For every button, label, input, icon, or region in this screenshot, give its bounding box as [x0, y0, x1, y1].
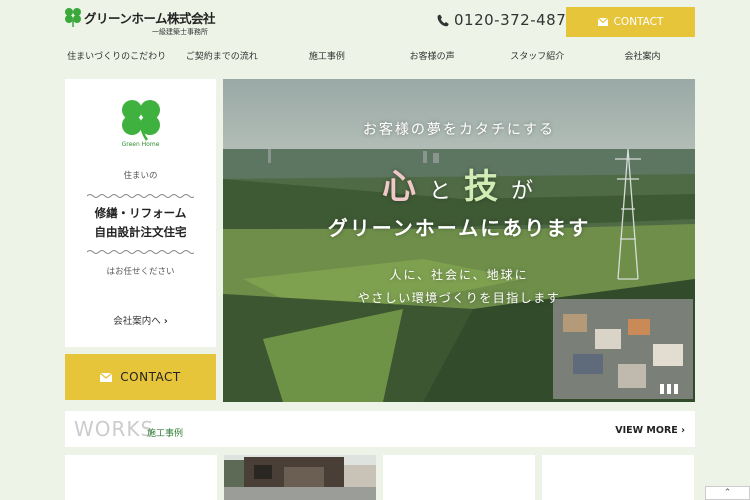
phone-contact[interactable]: 0120-372-487	[437, 9, 566, 31]
phone-icon	[437, 14, 449, 26]
view-more-label: VIEW MORE	[615, 425, 678, 436]
view-more-link[interactable]: VIEW MORE ›	[615, 425, 685, 436]
scroll-to-top-button[interactable]: ⌃	[705, 486, 750, 500]
hero-kanji-skill: 技	[464, 167, 501, 207]
nav-item-company[interactable]: 会社案内	[590, 46, 695, 68]
nav-item-voices[interactable]: お客様の声	[380, 46, 485, 68]
side-tagline-top: 住まいの	[123, 171, 158, 181]
hero-headline: 心 と 技 が	[223, 159, 695, 208]
mail-icon	[597, 18, 608, 26]
header-contact-button[interactable]: CONTACT	[566, 7, 695, 37]
service-custom-home: 自由設計注文住宅	[94, 225, 187, 239]
works-subtitle: 施工事例	[147, 429, 184, 439]
side-contact-label: CONTACT	[120, 370, 181, 384]
logo[interactable]: グリーンホーム株式会社 一級建築士事務所	[64, 6, 224, 38]
nav-item-contract-flow[interactable]: ご契約までの流れ	[169, 46, 274, 68]
pause-icon	[667, 384, 671, 394]
nav-item-staff[interactable]: スタッフ紹介	[485, 46, 590, 68]
side-contact-button[interactable]: CONTACT	[65, 354, 216, 400]
company-link[interactable]: 会社案内へ ›	[65, 313, 216, 327]
clover-icon	[122, 100, 160, 141]
clover-logo-icon	[65, 8, 81, 27]
site-header: グリーンホーム株式会社 一級建築士事務所 0120-372-487 CONTAC…	[0, 0, 750, 44]
works-title: WORKS	[74, 417, 155, 441]
hero-particle-to: と	[428, 179, 454, 204]
chevron-right-icon: ›	[163, 316, 168, 327]
works-card-photo	[224, 455, 376, 500]
side-info-card: Green Home 住まいの 修繕・リフォーム 自由設計注文住宅 はお任せくだ…	[65, 79, 216, 347]
phone-number: 0120-372-487	[454, 11, 567, 29]
brand-text: Green Home	[121, 141, 160, 148]
mail-icon	[100, 372, 113, 382]
chevron-right-icon: ›	[681, 425, 685, 436]
slider-pause-button[interactable]	[660, 384, 678, 394]
wavy-divider	[87, 250, 194, 254]
works-card[interactable]	[542, 455, 694, 500]
side-tagline-bottom: はお任せください	[106, 267, 175, 277]
hero-catch-line: お客様の夢をカタチにする	[362, 122, 556, 138]
company-link-label: 会社案内へ	[113, 316, 161, 327]
header-contact-label: CONTACT	[613, 16, 664, 28]
works-card[interactable]	[65, 455, 217, 500]
hero-slider: お客様の夢をカタチにする 心 と 技 が グリーンホームにあります 人に、社会に…	[223, 79, 695, 402]
pause-icon	[660, 384, 664, 394]
logo-subtitle: 一級建築士事務所	[152, 28, 208, 36]
main-nav: 住まいづくりのこだわり ご契約までの流れ 施工事例 お客様の声 スタッフ紹介 会…	[64, 46, 695, 68]
works-section-header: WORKS 施工事例 VIEW MORE ›	[65, 411, 695, 447]
nav-item-commitment[interactable]: 住まいづくりのこだわり	[64, 46, 169, 68]
hero-particle-ga: が	[511, 179, 537, 204]
service-renovation: 修繕・リフォーム	[94, 206, 187, 220]
hero-kanji-heart: 心	[381, 167, 419, 207]
hero-sub-line-1: 人に、社会に、地球に	[389, 268, 529, 282]
nav-item-works[interactable]: 施工事例	[274, 46, 379, 68]
pause-icon	[674, 384, 678, 394]
works-card[interactable]	[224, 455, 376, 500]
hero-sub-line-2: やさしい環境づくりを目指します	[357, 291, 561, 305]
works-card[interactable]	[383, 455, 535, 500]
hero-company-line: グリーンホームにあります	[327, 216, 591, 240]
chevron-up-icon: ⌃	[723, 488, 732, 498]
wavy-divider	[87, 194, 194, 198]
logo-name: グリーンホーム株式会社	[84, 11, 216, 26]
